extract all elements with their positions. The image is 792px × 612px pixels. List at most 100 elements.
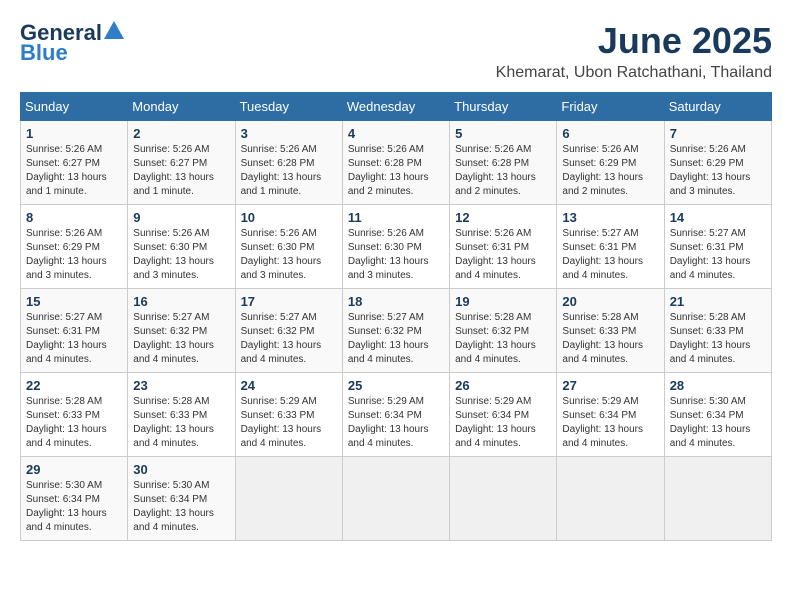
calendar-week-3: 15Sunrise: 5:27 AMSunset: 6:31 PMDayligh… [21, 289, 772, 373]
day-info: Sunrise: 5:27 AMSunset: 6:31 PMDaylight:… [26, 311, 122, 367]
calendar-cell: 7 Sunrise: 5:26 AMSunset: 6:29 PMDaylight… [664, 121, 771, 205]
day-number: 1 [26, 126, 122, 141]
day-info: Sunrise: 5:27 AMSunset: 6:32 PMDaylight:… [133, 311, 229, 367]
day-number: 7 [670, 126, 766, 141]
calendar-cell: 25 Sunrise: 5:29 AMSunset: 6:34 PMDayligh… [342, 373, 449, 457]
day-info: Sunrise: 5:27 AMSunset: 6:31 PMDaylight:… [562, 227, 658, 283]
day-info: Sunrise: 5:29 AMSunset: 6:33 PMDaylight:… [241, 395, 337, 451]
calendar-cell: 28 Sunrise: 5:30 AMSunset: 6:34 PMDayligh… [664, 373, 771, 457]
day-number: 11 [348, 210, 444, 225]
calendar-cell: 11 Sunrise: 5:26 AMSunset: 6:30 PMDayligh… [342, 205, 449, 289]
calendar-cell [235, 457, 342, 541]
calendar-cell: 10Sunrise: 5:26 AMSunset: 6:30 PMDayligh… [235, 205, 342, 289]
calendar-cell: 14Sunrise: 5:27 AMSunset: 6:31 PMDayligh… [664, 205, 771, 289]
calendar-cell: 19 Sunrise: 5:28 AMSunset: 6:32 PMDayligh… [450, 289, 557, 373]
day-number: 27 [562, 378, 658, 393]
day-info: Sunrise: 5:28 AMSunset: 6:33 PMDaylight:… [670, 311, 766, 367]
day-info: Sunrise: 5:28 AMSunset: 6:33 PMDaylight:… [133, 395, 229, 451]
calendar-cell: 9Sunrise: 5:26 AMSunset: 6:30 PMDaylight… [128, 205, 235, 289]
calendar-cell [664, 457, 771, 541]
day-number: 16 [133, 294, 229, 309]
calendar-week-1: 1 Sunrise: 5:26 AMSunset: 6:27 PMDaylight… [21, 121, 772, 205]
calendar-cell: 15Sunrise: 5:27 AMSunset: 6:31 PMDayligh… [21, 289, 128, 373]
day-number: 24 [241, 378, 337, 393]
weekday-header-saturday: Saturday [664, 93, 771, 121]
day-info: Sunrise: 5:29 AMSunset: 6:34 PMDaylight:… [348, 395, 444, 451]
day-number: 4 [348, 126, 444, 141]
calendar-cell [557, 457, 664, 541]
day-info: Sunrise: 5:29 AMSunset: 6:34 PMDaylight:… [562, 395, 658, 451]
weekday-header-thursday: Thursday [450, 93, 557, 121]
day-info: Sunrise: 5:26 AMSunset: 6:30 PMDaylight:… [348, 227, 444, 283]
day-number: 25 [348, 378, 444, 393]
day-number: 23 [133, 378, 229, 393]
day-number: 17 [241, 294, 337, 309]
day-number: 22 [26, 378, 122, 393]
calendar-cell: 30 Sunrise: 5:30 AMSunset: 6:34 PMDayligh… [128, 457, 235, 541]
day-info: Sunrise: 5:27 AMSunset: 6:32 PMDaylight:… [241, 311, 337, 367]
day-info: Sunrise: 5:26 AMSunset: 6:28 PMDaylight:… [455, 143, 551, 199]
day-info: Sunrise: 5:29 AMSunset: 6:34 PMDaylight:… [455, 395, 551, 451]
day-info: Sunrise: 5:26 AMSunset: 6:30 PMDaylight:… [133, 227, 229, 283]
day-number: 12 [455, 210, 551, 225]
calendar-cell: 4 Sunrise: 5:26 AMSunset: 6:28 PMDaylight… [342, 121, 449, 205]
page-header: General Blue June 2025 Khemarat, Ubon Ra… [20, 20, 772, 82]
calendar-cell: 8 Sunrise: 5:26 AMSunset: 6:29 PMDaylight… [21, 205, 128, 289]
day-info: Sunrise: 5:30 AMSunset: 6:34 PMDaylight:… [133, 479, 229, 535]
weekday-header-friday: Friday [557, 93, 664, 121]
day-number: 20 [562, 294, 658, 309]
calendar-cell: 20 Sunrise: 5:28 AMSunset: 6:33 PMDayligh… [557, 289, 664, 373]
calendar-cell [450, 457, 557, 541]
calendar-week-5: 29 Sunrise: 5:30 AMSunset: 6:34 PMDayligh… [21, 457, 772, 541]
calendar-cell: 22Sunrise: 5:28 AMSunset: 6:33 PMDayligh… [21, 373, 128, 457]
weekday-header-sunday: Sunday [21, 93, 128, 121]
day-number: 28 [670, 378, 766, 393]
day-info: Sunrise: 5:26 AMSunset: 6:27 PMDaylight:… [133, 143, 229, 199]
day-number: 26 [455, 378, 551, 393]
day-number: 29 [26, 462, 122, 477]
weekday-header-monday: Monday [128, 93, 235, 121]
day-info: Sunrise: 5:28 AMSunset: 6:33 PMDaylight:… [562, 311, 658, 367]
day-info: Sunrise: 5:26 AMSunset: 6:27 PMDaylight:… [26, 143, 122, 199]
calendar-cell: 17 Sunrise: 5:27 AMSunset: 6:32 PMDayligh… [235, 289, 342, 373]
calendar-cell [342, 457, 449, 541]
day-info: Sunrise: 5:26 AMSunset: 6:28 PMDaylight:… [348, 143, 444, 199]
day-number: 5 [455, 126, 551, 141]
calendar-cell: 24 Sunrise: 5:29 AMSunset: 6:33 PMDayligh… [235, 373, 342, 457]
day-number: 30 [133, 462, 229, 477]
calendar-cell: 1 Sunrise: 5:26 AMSunset: 6:27 PMDaylight… [21, 121, 128, 205]
calendar-cell: 29 Sunrise: 5:30 AMSunset: 6:34 PMDayligh… [21, 457, 128, 541]
weekday-header-tuesday: Tuesday [235, 93, 342, 121]
day-info: Sunrise: 5:28 AMSunset: 6:32 PMDaylight:… [455, 311, 551, 367]
day-info: Sunrise: 5:26 AMSunset: 6:29 PMDaylight:… [562, 143, 658, 199]
logo-blue: Blue [20, 40, 68, 66]
calendar-cell: 23 Sunrise: 5:28 AMSunset: 6:33 PMDayligh… [128, 373, 235, 457]
calendar-cell: 6Sunrise: 5:26 AMSunset: 6:29 PMDaylight… [557, 121, 664, 205]
day-number: 18 [348, 294, 444, 309]
calendar-title: June 2025 [496, 20, 772, 62]
day-number: 21 [670, 294, 766, 309]
day-number: 3 [241, 126, 337, 141]
day-number: 8 [26, 210, 122, 225]
calendar-week-2: 8 Sunrise: 5:26 AMSunset: 6:29 PMDaylight… [21, 205, 772, 289]
calendar-cell: 18 Sunrise: 5:27 AMSunset: 6:32 PMDayligh… [342, 289, 449, 373]
logo: General Blue [20, 20, 124, 66]
day-info: Sunrise: 5:26 AMSunset: 6:30 PMDaylight:… [241, 227, 337, 283]
day-info: Sunrise: 5:30 AMSunset: 6:34 PMDaylight:… [26, 479, 122, 535]
day-info: Sunrise: 5:26 AMSunset: 6:29 PMDaylight:… [26, 227, 122, 283]
day-info: Sunrise: 5:30 AMSunset: 6:34 PMDaylight:… [670, 395, 766, 451]
day-number: 19 [455, 294, 551, 309]
calendar-cell: 12 Sunrise: 5:26 AMSunset: 6:31 PMDayligh… [450, 205, 557, 289]
day-info: Sunrise: 5:26 AMSunset: 6:31 PMDaylight:… [455, 227, 551, 283]
day-number: 14 [670, 210, 766, 225]
day-number: 2 [133, 126, 229, 141]
weekday-header-wednesday: Wednesday [342, 93, 449, 121]
calendar-cell: 5 Sunrise: 5:26 AMSunset: 6:28 PMDaylight… [450, 121, 557, 205]
day-info: Sunrise: 5:26 AMSunset: 6:29 PMDaylight:… [670, 143, 766, 199]
day-info: Sunrise: 5:27 AMSunset: 6:32 PMDaylight:… [348, 311, 444, 367]
calendar-cell: 26 Sunrise: 5:29 AMSunset: 6:34 PMDayligh… [450, 373, 557, 457]
calendar-cell: 21 Sunrise: 5:28 AMSunset: 6:33 PMDayligh… [664, 289, 771, 373]
calendar-cell: 3 Sunrise: 5:26 AMSunset: 6:28 PMDaylight… [235, 121, 342, 205]
day-number: 13 [562, 210, 658, 225]
day-info: Sunrise: 5:26 AMSunset: 6:28 PMDaylight:… [241, 143, 337, 199]
